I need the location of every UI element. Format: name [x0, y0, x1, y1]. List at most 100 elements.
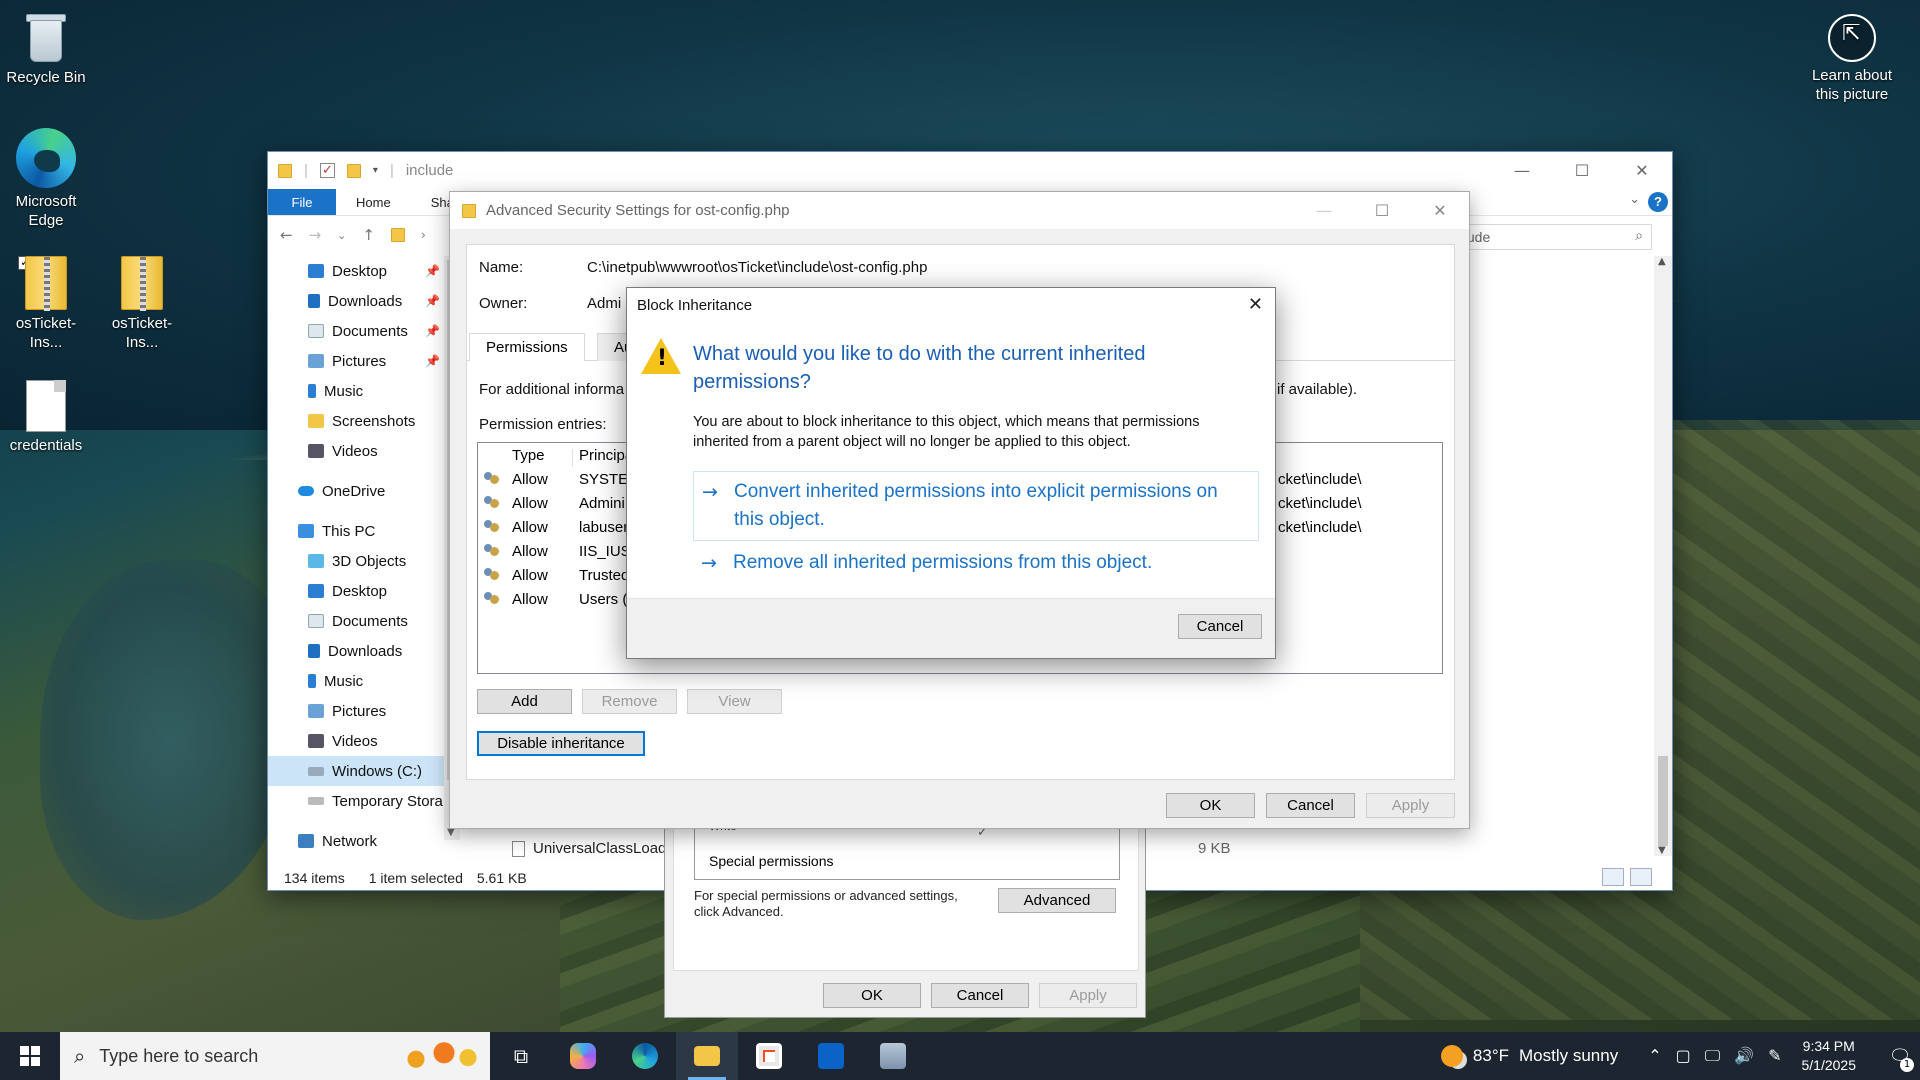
pin-icon: 📌 [425, 324, 440, 338]
nav-label: Videos [332, 442, 378, 460]
nav-label: Videos [332, 732, 378, 750]
owner-value: Admi [587, 295, 622, 312]
cancel-button[interactable]: Cancel [1266, 793, 1355, 818]
desktop-icon-osticket-1[interactable]: osTicket-Ins... [0, 256, 92, 352]
new-folder-icon[interactable] [346, 163, 361, 178]
close-icon[interactable]: ✕ [1248, 294, 1263, 315]
apply-button[interactable]: Apply [1366, 793, 1455, 818]
nav-item-downloads-pc[interactable]: Downloads [268, 636, 444, 666]
cancel-button[interactable]: Cancel [931, 983, 1029, 1008]
task-view-button[interactable]: ⧉ [490, 1032, 552, 1080]
clock[interactable]: 9:34 PM 5/1/2025 [1802, 1037, 1857, 1075]
convert-inherited-permissions-command[interactable]: → Convert inherited permissions into exp… [693, 471, 1259, 541]
forward-arrow-icon[interactable]: → [309, 226, 322, 244]
scroll-up-icon[interactable]: ▲ [1658, 256, 1666, 267]
info-text-end: if available). [1277, 381, 1358, 398]
taskbar-store[interactable] [738, 1032, 800, 1080]
network-icon[interactable]: 🖵 [1705, 1046, 1720, 1066]
nav-item-pictures[interactable]: Pictures 📌 [268, 346, 444, 376]
desktop-icon-credentials[interactable]: credentials [0, 380, 92, 455]
minimize-icon[interactable]: — [1295, 192, 1353, 229]
file-row[interactable]: UniversalClassLoade [512, 840, 675, 857]
chevron-up-icon[interactable]: ⌃ [1648, 1046, 1661, 1066]
checkmark-icon[interactable]: ✓ [319, 163, 335, 178]
advanced-button[interactable]: Advanced [998, 888, 1116, 913]
scroll-down-icon[interactable]: ▼ [1658, 845, 1666, 856]
minimize-icon[interactable]: — [1492, 152, 1552, 189]
desktop-icon-learn-picture[interactable]: Learn about this picture [1806, 14, 1898, 104]
remove-button[interactable]: Remove [582, 689, 677, 714]
folder-icon [390, 228, 405, 242]
tab-permissions[interactable]: Permissions [469, 333, 585, 361]
column-type[interactable]: Type [512, 447, 545, 464]
nav-item-desktop-pc[interactable]: Desktop [268, 576, 444, 606]
apply-button[interactable]: Apply [1039, 983, 1137, 1008]
nav-item-screenshots[interactable]: Screenshots [268, 406, 444, 436]
large-icons-view-icon[interactable] [1630, 868, 1652, 886]
wallpaper-lagoon [40, 560, 300, 920]
taskbar-copilot[interactable] [552, 1032, 614, 1080]
drive-icon [308, 797, 324, 805]
weather-widget[interactable]: 83°F Mostly sunny [1440, 1045, 1618, 1067]
nav-item-downloads[interactable]: Downloads 📌 [268, 286, 444, 316]
recent-dropdown-icon[interactable]: ⌄ [337, 229, 346, 242]
close-icon[interactable]: ✕ [1612, 152, 1672, 189]
dialog-title: Block Inheritance [637, 296, 753, 314]
search-input[interactable]: nclude ⌕ [1442, 224, 1652, 250]
up-arrow-icon[interactable]: ↑ [362, 226, 375, 244]
maximize-icon[interactable]: ☐ [1353, 192, 1411, 229]
nav-item-music-pc[interactable]: Music [268, 666, 444, 696]
tab-file[interactable]: File [268, 189, 336, 215]
nav-item-network[interactable]: Network [268, 826, 444, 856]
volume-icon[interactable]: 🔊 [1734, 1046, 1754, 1066]
details-view-icon[interactable] [1602, 868, 1624, 886]
row-principal: Admini [579, 495, 625, 512]
taskbar-server-manager[interactable] [862, 1032, 924, 1080]
nav-item-desktop[interactable]: Desktop 📌 [268, 256, 444, 286]
taskbar-outlook[interactable] [800, 1032, 862, 1080]
close-icon[interactable]: ✕ [1411, 192, 1469, 229]
taskbar-edge[interactable] [614, 1032, 676, 1080]
view-button[interactable]: View [687, 689, 782, 714]
maximize-icon[interactable]: ☐ [1552, 152, 1612, 189]
help-icon[interactable]: ? [1648, 192, 1668, 212]
cube-icon [308, 554, 324, 568]
nav-item-this-pc[interactable]: This PC [268, 516, 444, 546]
start-button[interactable] [0, 1032, 60, 1080]
back-arrow-icon[interactable]: ← [280, 226, 293, 244]
disable-inheritance-button[interactable]: Disable inheritance [477, 731, 645, 756]
taskbar-file-explorer[interactable] [676, 1032, 738, 1080]
cancel-button[interactable]: Cancel [1178, 614, 1262, 639]
tab-home[interactable]: Home [336, 189, 411, 215]
desktop-icon-edge[interactable]: Microsoft Edge [0, 128, 92, 230]
ok-button[interactable]: OK [1166, 793, 1255, 818]
meet-now-icon[interactable]: ▢ [1676, 1046, 1691, 1066]
nav-item-3d-objects[interactable]: 3D Objects [268, 546, 444, 576]
pen-icon[interactable]: ✎ [1768, 1046, 1781, 1066]
remove-inherited-permissions-command[interactable]: → Remove all inherited permissions from … [693, 543, 1259, 583]
breadcrumb-chevron-icon[interactable]: › [421, 228, 426, 242]
ok-button[interactable]: OK [823, 983, 921, 1008]
nav-item-documents-pc[interactable]: Documents [268, 606, 444, 636]
taskbar-search-box[interactable]: ⌕ Type here to search [60, 1032, 490, 1080]
notification-center-button[interactable]: 🗨 1 [1880, 1032, 1920, 1080]
desktop-icon-recycle-bin[interactable]: Recycle Bin [0, 10, 92, 87]
add-button[interactable]: Add [477, 689, 572, 714]
ribbon-expand-icon[interactable]: ⌄ [1629, 192, 1640, 207]
nav-item-pictures-pc[interactable]: Pictures [268, 696, 444, 726]
quick-access-dropdown-icon[interactable]: ▾ [373, 165, 378, 176]
nav-item-music[interactable]: Music [268, 376, 444, 406]
dialog-titlebar: Advanced Security Settings for ost-confi… [450, 192, 1469, 229]
row-type: Allow [512, 471, 548, 488]
dialog-titlebar: Block Inheritance ✕ [627, 288, 1275, 322]
desktop-icon-osticket-2[interactable]: osTicket-Ins... [96, 256, 188, 352]
name-value: C:\inetpub\wwwroot\osTicket\include\ost-… [587, 259, 928, 276]
nav-item-temporary-storage[interactable]: Temporary Stora [268, 786, 444, 816]
nav-item-videos[interactable]: Videos [268, 436, 444, 466]
nav-item-documents[interactable]: Documents 📌 [268, 316, 444, 346]
nav-item-windows-c[interactable]: Windows (C:) [268, 756, 444, 786]
file-list-scrollbar[interactable]: ▲ ▼ [1654, 256, 1672, 856]
nav-item-videos-pc[interactable]: Videos [268, 726, 444, 756]
search-icon[interactable]: ⌕ [1635, 228, 1643, 244]
nav-item-onedrive[interactable]: OneDrive [268, 476, 444, 506]
